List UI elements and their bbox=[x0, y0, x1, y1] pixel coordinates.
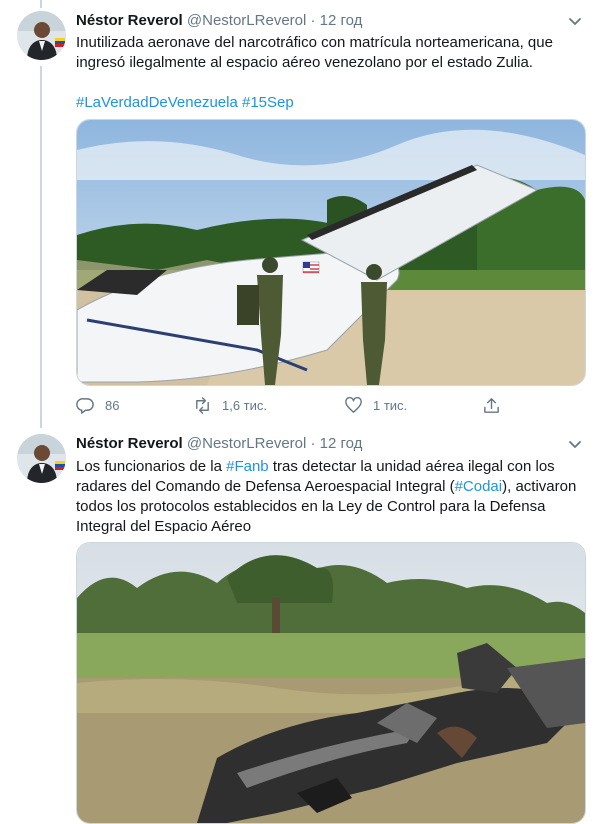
share-icon bbox=[484, 398, 499, 413]
chevron-down-icon[interactable] bbox=[566, 435, 584, 453]
retweet-button[interactable]: 1,6 тис. bbox=[193, 396, 267, 415]
tweet-text-line: radares del Comando de Defensa Aeroespac… bbox=[76, 477, 581, 497]
author-name[interactable]: Néstor Reverol bbox=[76, 435, 183, 452]
retweet-count: 1,6 тис. bbox=[222, 398, 268, 413]
tweet-header: Néstor Reverol @NestorLReverol · 12 год bbox=[76, 434, 362, 454]
tweet-actions: 86 1,6 тис. 1 тис. bbox=[76, 396, 506, 418]
burned-wreckage-photo-icon bbox=[77, 543, 585, 823]
avatar[interactable] bbox=[17, 11, 66, 60]
reply-icon bbox=[76, 398, 94, 414]
hashtag-link[interactable]: #15Sep bbox=[242, 94, 294, 111]
reply-button[interactable]: 86 bbox=[76, 396, 119, 415]
hashtag-link[interactable]: #Fanb bbox=[226, 458, 269, 475]
header-separator: · bbox=[310, 435, 316, 452]
header-separator: · bbox=[310, 12, 316, 29]
heart-icon bbox=[345, 396, 362, 413]
hashtag-link[interactable]: #LaVerdadDeVenezuela bbox=[76, 94, 238, 111]
author-name[interactable]: Néstor Reverol bbox=[76, 12, 183, 29]
retweet-icon bbox=[196, 397, 209, 414]
tweet-time[interactable]: 12 год bbox=[320, 12, 363, 29]
tweet-1[interactable]: Néstor Reverol @NestorLReverol · 12 год … bbox=[0, 0, 599, 425]
tweet-text-line: todos los protocolos establecidos en la … bbox=[76, 498, 546, 515]
text-segment: tras detectar la unidad aérea ilegal con… bbox=[268, 458, 555, 475]
share-button[interactable] bbox=[482, 396, 501, 415]
hashtag-line: #LaVerdadDeVenezuela #15Sep bbox=[76, 93, 581, 113]
avatar-portrait-icon bbox=[17, 434, 66, 483]
tweet-text-line: Integral del Espacio Aéreo bbox=[76, 518, 252, 535]
tweet-time[interactable]: 12 год bbox=[320, 435, 363, 452]
chevron-down-icon[interactable] bbox=[566, 12, 584, 30]
text-segment: Los funcionarios de la bbox=[76, 458, 227, 475]
tweet-text: Inutilizada aeronave del narcotráfico co… bbox=[76, 33, 581, 113]
tweet-text-line: Inutilizada aeronave del narcotráfico co… bbox=[76, 34, 553, 51]
author-handle[interactable]: @NestorLReverol bbox=[187, 12, 306, 29]
avatar[interactable] bbox=[17, 434, 66, 483]
text-segment: ), activaron bbox=[502, 478, 577, 495]
aircraft-photo-icon bbox=[77, 120, 585, 385]
like-count: 1 тис. bbox=[373, 398, 408, 413]
text-segment: radares del Comando de Defensa Aeroespac… bbox=[76, 478, 455, 495]
author-handle[interactable]: @NestorLReverol bbox=[187, 435, 306, 452]
tweet-2[interactable]: Néstor Reverol @NestorLReverol · 12 год … bbox=[0, 425, 599, 824]
avatar-portrait-icon bbox=[17, 11, 66, 60]
tweet-text-line: Los funcionarios de la #Fanb tras detect… bbox=[76, 457, 581, 477]
tweet-header: Néstor Reverol @NestorLReverol · 12 год bbox=[76, 11, 362, 31]
tweet-image[interactable] bbox=[76, 542, 586, 824]
tweet-image[interactable] bbox=[76, 119, 586, 386]
hashtag-link[interactable]: #Codai bbox=[455, 478, 503, 495]
tweet-text-line: ingresó ilegalmente al espacio aéreo ven… bbox=[76, 54, 533, 71]
like-button[interactable]: 1 тис. bbox=[344, 396, 407, 415]
tweet-text: Los funcionarios de la #Fanb tras detect… bbox=[76, 457, 581, 537]
reply-count: 86 bbox=[105, 398, 120, 413]
